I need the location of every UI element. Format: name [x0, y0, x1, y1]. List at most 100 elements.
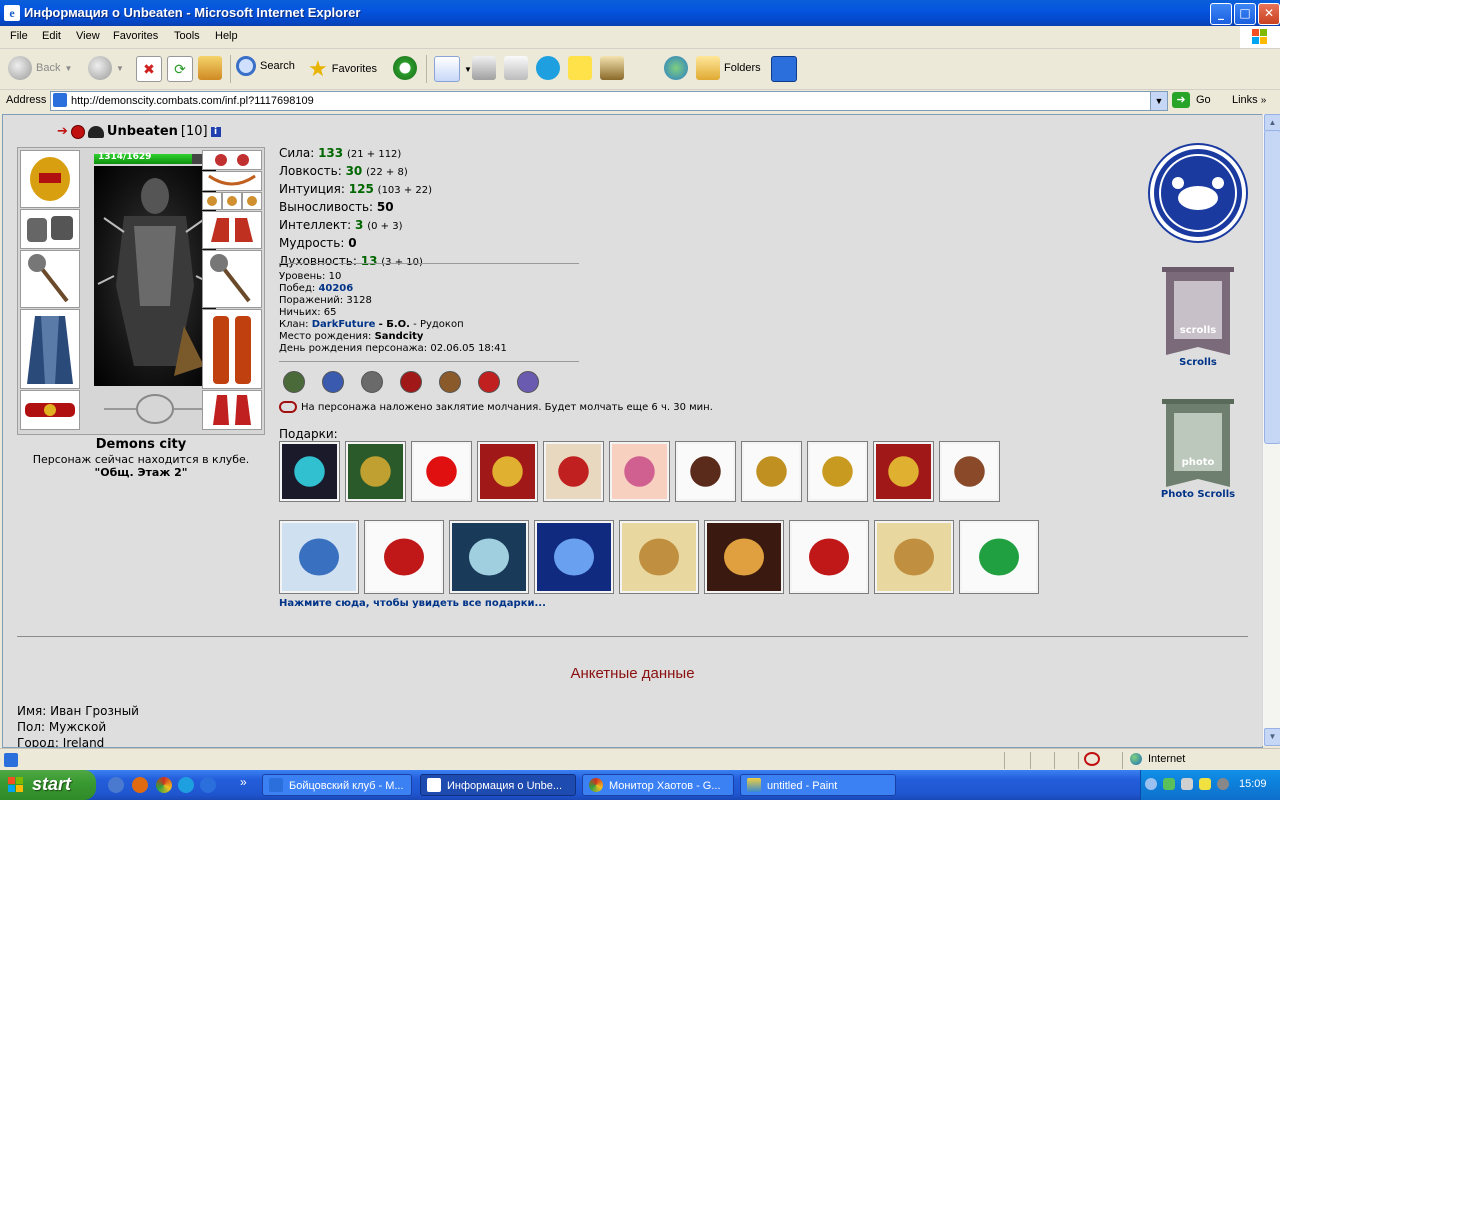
folders-button[interactable]: Folders: [696, 56, 761, 80]
back-button[interactable]: Back ▼: [8, 56, 72, 80]
crimson-star-medal-icon[interactable]: [478, 371, 500, 393]
close-button[interactable]: ✕: [1258, 3, 1280, 25]
armor-slot[interactable]: [20, 309, 80, 389]
start-button[interactable]: start: [0, 770, 96, 800]
weapon-left-slot[interactable]: [20, 250, 80, 308]
gift-slot[interactable]: [534, 520, 614, 594]
mail-button[interactable]: ▼: [434, 56, 472, 82]
tray-volume-icon[interactable]: [1181, 778, 1193, 790]
menu-tools[interactable]: Tools: [174, 30, 200, 42]
helmet-slot[interactable]: [20, 150, 80, 208]
gift-slot[interactable]: [477, 441, 538, 502]
info-icon[interactable]: i: [210, 126, 221, 137]
clan-icon[interactable]: [87, 125, 104, 138]
menu-favorites[interactable]: Favorites: [113, 30, 158, 42]
task-chaos-monitor[interactable]: Монитор Хаотов - G...: [582, 774, 734, 796]
address-input[interactable]: http://demonscity.combats.com/inf.pl?111…: [50, 91, 1168, 111]
privacy-icon[interactable]: [1084, 752, 1100, 766]
amulet-slot[interactable]: [202, 171, 262, 191]
forward-button[interactable]: ▼: [88, 56, 124, 80]
photo-scrolls-banner[interactable]: photo Photo Scrolls: [1145, 399, 1251, 500]
tray-update-icon[interactable]: [1217, 778, 1229, 790]
red-shield-medal-icon[interactable]: [400, 371, 422, 393]
blue-shield-medal-icon[interactable]: [322, 371, 344, 393]
menu-help[interactable]: Help: [215, 30, 238, 42]
gift-slot[interactable]: [279, 520, 359, 594]
print-button[interactable]: [472, 56, 496, 80]
crossed-swords-medal-icon[interactable]: [283, 371, 305, 393]
gift-slot[interactable]: [874, 520, 954, 594]
scroll-down-icon[interactable]: ▼: [1264, 728, 1280, 746]
skype-button[interactable]: [536, 56, 560, 80]
arrow-icon[interactable]: ➔: [57, 124, 68, 139]
firefox-icon[interactable]: [132, 777, 148, 793]
menu-file[interactable]: File: [10, 30, 28, 42]
home-button[interactable]: [198, 56, 222, 80]
earring-slot[interactable]: [202, 150, 262, 170]
menu-view[interactable]: View: [76, 30, 100, 42]
grey-shield-medal-icon[interactable]: [361, 371, 383, 393]
gift-slot[interactable]: [411, 441, 472, 502]
gift-slot[interactable]: [619, 520, 699, 594]
refresh-button[interactable]: ⟳: [167, 56, 193, 82]
wins-link[interactable]: 40206: [318, 283, 353, 294]
gift-slot[interactable]: [741, 441, 802, 502]
gift-slot[interactable]: [704, 520, 784, 594]
quicklaunch-desktop-icon[interactable]: [108, 777, 124, 793]
task-unbeaten-info[interactable]: Информация о Unbe...: [420, 774, 576, 796]
menu-edit[interactable]: Edit: [42, 30, 61, 42]
belt-slot[interactable]: [20, 390, 80, 430]
go-button[interactable]: ➜ Go: [1172, 92, 1211, 108]
address-dropdown-icon[interactable]: ▼: [1150, 92, 1167, 110]
note-button[interactable]: [568, 56, 592, 80]
weapon-right-slot[interactable]: [202, 250, 262, 308]
legs-slot[interactable]: [202, 309, 262, 389]
tray-network-icon[interactable]: [1163, 778, 1175, 790]
gift-slot[interactable]: [449, 520, 529, 594]
task-paint[interactable]: untitled - Paint: [740, 774, 896, 796]
gift-slot[interactable]: [873, 441, 934, 502]
purple-orb-medal-icon[interactable]: [517, 371, 539, 393]
ring-slot-2[interactable]: [222, 192, 242, 210]
gift-slot[interactable]: [959, 520, 1039, 594]
chrome-icon[interactable]: [156, 777, 172, 793]
edit-button[interactable]: [504, 56, 528, 80]
clan-link[interactable]: DarkFuture: [312, 319, 376, 330]
bronze-shield-medal-icon[interactable]: [439, 371, 461, 393]
gloves-slot[interactable]: [202, 211, 262, 249]
ie-icon[interactable]: [200, 777, 216, 793]
gift-slot[interactable]: [939, 441, 1000, 502]
boots-slot[interactable]: [202, 390, 262, 430]
window-button[interactable]: [771, 56, 797, 82]
gift-slot[interactable]: [543, 441, 604, 502]
gift-slot[interactable]: [675, 441, 736, 502]
all-gifts-link[interactable]: Нажмите сюда, чтобы увидеть все подарки.…: [279, 598, 546, 609]
gift-slot[interactable]: [279, 441, 340, 502]
ring-slot-1[interactable]: [202, 192, 222, 210]
crab-emblem[interactable]: [1148, 143, 1248, 243]
scrolls-banner[interactable]: scrolls Scrolls: [1145, 267, 1251, 368]
gift-slot[interactable]: [807, 441, 868, 502]
favorites-button[interactable]: ★ Favorites: [308, 56, 377, 82]
research-button[interactable]: [600, 56, 624, 80]
ring-slot-3[interactable]: [242, 192, 262, 210]
maximize-button[interactable]: □: [1234, 3, 1256, 25]
history-button[interactable]: [393, 56, 417, 80]
bracers-slot[interactable]: [20, 209, 80, 249]
gift-slot[interactable]: [789, 520, 869, 594]
scroll-thumb[interactable]: [1264, 130, 1280, 444]
gift-slot[interactable]: [345, 441, 406, 502]
links-button[interactable]: Links »: [1232, 94, 1266, 106]
gift-slot[interactable]: [364, 520, 444, 594]
gift-slot[interactable]: [609, 441, 670, 502]
tray-battery-icon[interactable]: [1199, 778, 1211, 790]
tray-expand-icon[interactable]: [1145, 778, 1157, 790]
minimize-button[interactable]: _: [1210, 3, 1232, 25]
task-fight-club[interactable]: Бойцовский клуб - M...: [262, 774, 412, 796]
stop-button[interactable]: ✖: [136, 56, 162, 82]
quicklaunch-more-icon[interactable]: »: [240, 775, 247, 789]
skype-icon[interactable]: [178, 777, 194, 793]
search-button[interactable]: Search: [236, 56, 295, 76]
messenger-button[interactable]: [664, 56, 688, 80]
vertical-scrollbar[interactable]: ▲ ▼: [1262, 114, 1280, 746]
